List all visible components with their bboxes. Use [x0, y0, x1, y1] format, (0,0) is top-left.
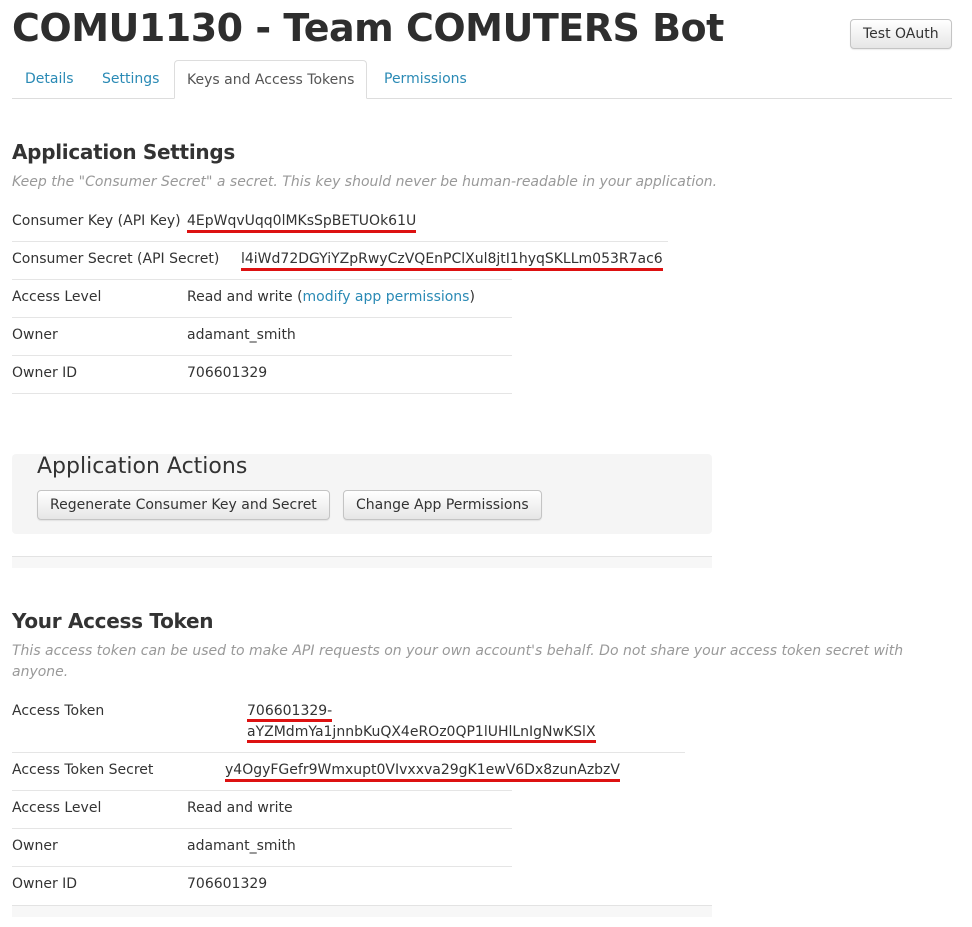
- application-settings-heading: Application Settings: [12, 140, 235, 164]
- consumer-key-value: 4EpWqvUqq0lMKsSpBETUOk61U: [187, 213, 417, 233]
- access-token-secret-value: y4OgyFGefr9Wmxupt0VIvxxva29gK1ewV6Dx8zun…: [225, 762, 620, 782]
- token-access-level-label: Access Level: [12, 800, 102, 816]
- tab-settings[interactable]: Settings: [90, 60, 171, 98]
- consumer-secret-value-wrap: l4iWd72DGYiYZpRwyCzVQEnPClXul8jtI1hyqSKL…: [241, 251, 663, 271]
- access-level-suffix: ): [469, 289, 475, 305]
- owner-value: adamant_smith: [187, 327, 296, 343]
- divider: [12, 279, 512, 280]
- page-title: COMU1130 - Team COMUTERS Bot: [12, 6, 724, 50]
- access-level-value-wrap: Read and write (modify app permissions): [187, 289, 475, 305]
- token-owner-value: adamant_smith: [187, 838, 296, 854]
- token-owner-id-label: Owner ID: [12, 876, 78, 892]
- regenerate-consumer-key-button[interactable]: Regenerate Consumer Key and Secret: [37, 490, 330, 520]
- consumer-secret-value: l4iWd72DGYiYZpRwyCzVQEnPClXul8jtI1hyqSKL…: [241, 251, 663, 271]
- divider: [12, 752, 685, 753]
- divider: [12, 828, 512, 829]
- divider: [12, 866, 512, 867]
- tab-bar: Details Settings Keys and Access Tokens …: [12, 60, 952, 99]
- tab-keys-and-access-tokens[interactable]: Keys and Access Tokens: [174, 60, 368, 99]
- tab-permissions[interactable]: Permissions: [372, 60, 479, 98]
- access-token-line1-wrap: 706601329-: [247, 703, 333, 722]
- access-level-value: Read and write (: [187, 289, 303, 305]
- change-app-permissions-button[interactable]: Change App Permissions: [343, 490, 542, 520]
- access-token-heading: Your Access Token: [12, 609, 214, 633]
- access-token-line2-wrap: aYZMdmYa1jnnbKuQX4eROz0QP1lUHlLnIgNwKSlX: [247, 724, 596, 743]
- divider: [12, 317, 512, 318]
- consumer-key-value-wrap: 4EpWqvUqq0lMKsSpBETUOk61U: [187, 213, 417, 233]
- section-separator: [12, 905, 712, 917]
- test-oauth-button[interactable]: Test OAuth: [850, 19, 952, 49]
- token-owner-label: Owner: [12, 838, 58, 854]
- access-token-secret-label: Access Token Secret: [12, 762, 154, 778]
- divider: [12, 355, 512, 356]
- access-level-label: Access Level: [12, 289, 102, 305]
- access-token-secret-wrap: y4OgyFGefr9Wmxupt0VIvxxva29gK1ewV6Dx8zun…: [225, 762, 620, 782]
- divider: [12, 790, 512, 791]
- access-token-hint: This access token can be used to make AP…: [12, 643, 904, 680]
- owner-id-label: Owner ID: [12, 365, 78, 381]
- consumer-key-label: Consumer Key (API Key): [12, 213, 181, 229]
- token-owner-id-value: 706601329: [187, 876, 268, 892]
- access-token-label: Access Token: [12, 703, 105, 719]
- divider: [12, 241, 668, 242]
- modify-app-permissions-link[interactable]: modify app permissions: [303, 289, 470, 305]
- section-separator: [12, 556, 712, 568]
- access-token-value-line1: 706601329-: [247, 703, 333, 722]
- consumer-secret-label: Consumer Secret (API Secret): [12, 251, 220, 267]
- divider: [12, 393, 512, 394]
- token-access-level-value: Read and write: [187, 800, 293, 816]
- application-settings-hint: Keep the "Consumer Secret" a secret. Thi…: [12, 174, 718, 190]
- access-token-value-line2: aYZMdmYa1jnnbKuQX4eROz0QP1lUHlLnIgNwKSlX: [247, 724, 596, 743]
- application-actions-heading: Application Actions: [37, 454, 248, 479]
- owner-id-value: 706601329: [187, 365, 268, 381]
- tab-details[interactable]: Details: [13, 60, 86, 98]
- owner-label: Owner: [12, 327, 58, 343]
